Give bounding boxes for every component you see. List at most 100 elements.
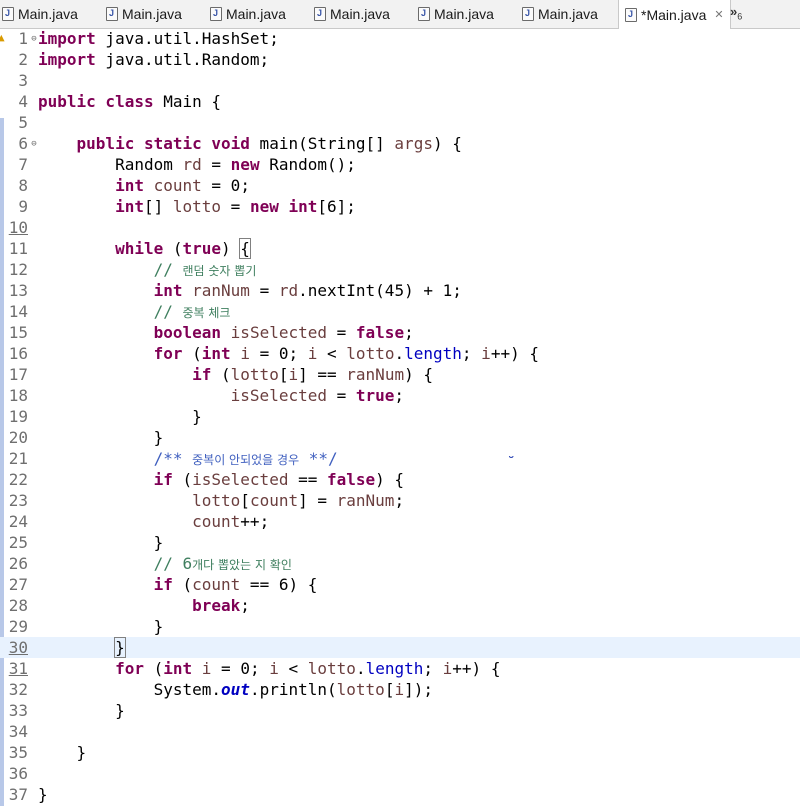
stray-mark: ˘: [507, 455, 516, 471]
code-text: (: [182, 344, 202, 363]
line-number: 18: [8, 386, 28, 405]
line-number: 11: [8, 239, 28, 258]
code-line: 10: [0, 217, 800, 238]
code-text: ) {: [432, 134, 462, 153]
code-line: 36: [0, 763, 800, 784]
fold-collapse-icon[interactable]: ⊖: [30, 139, 38, 149]
code-text: =: [221, 197, 250, 216]
tab-overflow-button[interactable]: »6: [730, 4, 742, 22]
editor-tab[interactable]: Main.java: [106, 0, 182, 28]
code-text: ;: [240, 596, 250, 615]
code-text: [: [240, 491, 250, 510]
fold-collapse-icon[interactable]: ⊖: [30, 34, 38, 44]
comment-text: 중복 체크: [182, 306, 231, 320]
code-line: 5: [0, 112, 800, 133]
line-number: 28: [8, 596, 28, 615]
java-file-icon: [522, 7, 534, 21]
tab-label: Main.java: [330, 6, 390, 22]
code-text: [: [384, 680, 395, 699]
code-text: Random: [115, 155, 183, 174]
close-tab-icon[interactable]: ✕: [714, 8, 723, 21]
keyword: int: [153, 281, 183, 300]
code-line: 17 if (lotto[i] == ranNum) {: [0, 364, 800, 385]
local-variable: i: [240, 344, 250, 363]
javadoc: /**: [153, 449, 193, 468]
java-file-icon: [625, 7, 637, 22]
code-line: 14 // 중복 체크: [0, 301, 800, 322]
code-text: }: [115, 701, 125, 720]
editor-tab[interactable]: Main.java: [418, 0, 494, 28]
code-text: }: [192, 407, 202, 426]
hidden-tab-count: 6: [737, 11, 743, 22]
local-variable: i: [288, 365, 299, 384]
code-text: ++) {: [490, 344, 539, 363]
code-text: <: [317, 344, 347, 363]
local-variable: i: [269, 659, 279, 678]
line-number: 24: [8, 512, 28, 531]
tab-label: Main.java: [18, 6, 78, 22]
code-text: ] =: [298, 491, 337, 510]
local-variable: i: [307, 344, 318, 363]
text-caret: [124, 640, 126, 657]
code-text: java.util.Random;: [95, 50, 270, 69]
local-variable: ranNum: [192, 281, 250, 300]
code-editor[interactable]: ▲ 1 ⊖ import java.util.HashSet; 2 import …: [0, 28, 800, 806]
local-variable: isSelected: [230, 323, 327, 342]
keyword: import: [38, 50, 96, 69]
code-text: ) {: [375, 470, 405, 489]
java-file-icon: [106, 7, 118, 21]
code-text: =: [201, 155, 231, 174]
local-variable: count: [192, 512, 241, 531]
code-line: 2 import java.util.Random;: [0, 49, 800, 70]
code-line: 25 }: [0, 532, 800, 553]
code-line: 35 }: [0, 742, 800, 763]
line-number: 17: [8, 365, 28, 384]
comment: //: [153, 302, 183, 321]
keyword: boolean: [153, 323, 222, 342]
local-variable: lotto: [192, 491, 241, 510]
code-text: java.util.HashSet;: [95, 29, 279, 48]
code-text: ++) {: [452, 659, 501, 678]
editor-tab[interactable]: Main.java: [2, 0, 78, 28]
editor-tab-active[interactable]: *Main.java ✕: [618, 0, 731, 29]
keyword: int: [201, 344, 231, 363]
code-text: .nextInt(45) + 1;: [298, 281, 462, 300]
static-field: out: [221, 680, 250, 699]
line-number: 15: [8, 323, 28, 342]
code-text: =: [326, 386, 356, 405]
line-number: 4: [18, 92, 28, 111]
keyword: for: [153, 344, 183, 363]
code-line: 23 lotto[count] = ranNum;: [0, 490, 800, 511]
local-variable: ranNum: [346, 365, 405, 384]
code-line: 6 ⊖ public static void main(String[] arg…: [0, 133, 800, 154]
code-line: 9 int[] lotto = new int[6];: [0, 196, 800, 217]
code-line: 31 for (int i = 0; i < lotto.length; i++…: [0, 658, 800, 679]
code-line: 16 for (int i = 0; i < lotto.length; i++…: [0, 343, 800, 364]
keyword: public static void: [76, 134, 250, 153]
code-text: ): [221, 239, 241, 258]
javadoc: **/: [299, 449, 338, 468]
line-number: 12: [8, 260, 28, 279]
code-text: Random();: [259, 155, 356, 174]
code-text: [6];: [317, 197, 356, 216]
line-number: 29: [8, 617, 28, 636]
code-text: <: [278, 659, 308, 678]
code-text: .: [394, 344, 405, 363]
code-text: ]);: [404, 680, 433, 699]
code-text: (: [163, 239, 183, 258]
java-file-icon: [418, 7, 430, 21]
code-text: =: [249, 281, 279, 300]
code-text: (: [143, 659, 164, 678]
editor-tab[interactable]: Main.java: [210, 0, 286, 28]
code-text: ;: [394, 491, 405, 510]
editor-tab-bar: Main.java Main.java Main.java Main.java …: [0, 0, 800, 29]
code-text: Main {: [153, 92, 222, 111]
editor-tab[interactable]: Main.java: [522, 0, 598, 28]
field: length: [365, 659, 424, 678]
local-variable: lotto: [172, 197, 222, 216]
line-number: 9: [18, 197, 28, 216]
editor-tab[interactable]: Main.java: [314, 0, 390, 28]
